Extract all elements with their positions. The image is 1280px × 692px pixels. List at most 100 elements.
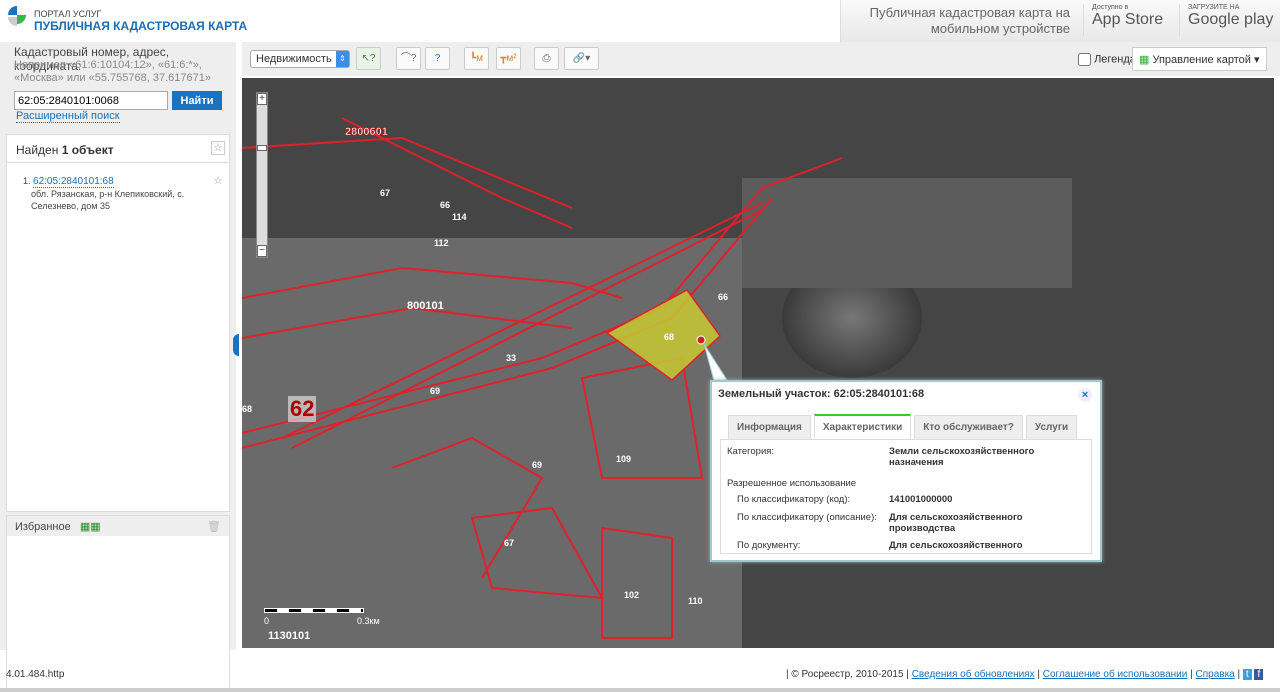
star-icon[interactable]: ☆ — [211, 175, 225, 189]
parcel-label: 102 — [624, 590, 640, 600]
parcel-label: 69 — [532, 460, 543, 470]
result-link[interactable]: 62:05:2840101:68 — [33, 176, 114, 188]
map-control-label: Управление картой — [1152, 54, 1251, 66]
area-identify-icon[interactable]: ⌒? — [396, 47, 421, 70]
district-label: 62 — [288, 396, 317, 422]
popup-title: Земельный участок: 62:05:2840101:68 — [718, 388, 925, 400]
map-canvas[interactable]: 2800601 800101 62 1130101 67 66 114 112 … — [242, 78, 1274, 648]
results-header: Найден 1 объект — [7, 135, 229, 163]
tab-characteristics[interactable]: Характеристики — [813, 414, 912, 440]
favorites-label: Избранное — [15, 521, 71, 533]
advanced-search-link[interactable]: Расширенный поиск — [16, 110, 120, 123]
map-toolbar: Недвижимость ⇕ ↖? ⌒? ? ┗м ┳м² ⎙ 🔗▾ Легенд… — [242, 42, 1280, 76]
find-button[interactable]: Найти — [172, 91, 222, 110]
item-number: 1. — [23, 176, 31, 186]
results-panel: Найден 1 объект ☆ 1. 62:05:2840101:68 об… — [6, 134, 230, 512]
zoom-out-button[interactable]: − — [257, 245, 267, 257]
found-count: 1 объект — [61, 143, 114, 157]
characteristics-panel: Категория: Земли сельскохозяйственного н… — [720, 439, 1092, 554]
sidebar: Кадастровый номер, адрес, координата: На… — [0, 42, 236, 692]
facebook-icon[interactable]: f — [1254, 669, 1264, 680]
header: ПОРТАЛ УСЛУГ ПУБЛИЧНАЯ КАДАСТРОВАЯ КАРТА… — [0, 0, 1280, 42]
parcel-label: 110 — [688, 596, 703, 606]
parcel-label: 68 — [242, 404, 253, 414]
zoom-handle[interactable] — [257, 145, 267, 151]
tab-information[interactable]: Информация — [728, 415, 811, 440]
print-icon[interactable]: ⎙ — [534, 47, 559, 70]
layer-select-value: Недвижимость — [256, 53, 332, 65]
appstore-label: App Store — [1092, 11, 1164, 28]
category-label: Категория: — [727, 446, 775, 457]
version-label: 4.01.484.http — [6, 669, 65, 680]
measure-length-icon[interactable]: ┗м — [464, 47, 489, 70]
app-title[interactable]: ПУБЛИЧНАЯ КАДАСТРОВАЯ КАРТА — [34, 19, 247, 33]
parcel-label: 67 — [504, 538, 515, 548]
collapse-sidebar-handle[interactable] — [233, 334, 239, 356]
copyright: | © Росреестр, 2010-2015 | — [786, 669, 909, 680]
gplay-label: Google play — [1188, 11, 1274, 28]
tab-services[interactable]: Услуги — [1025, 415, 1078, 440]
mobile-text: Публичная кадастровая карта на мобильном… — [869, 5, 1070, 36]
cadastral-overlay — [242, 78, 1274, 648]
parcel-label: 66 — [718, 292, 729, 302]
parcel-popup: Земельный участок: 62:05:2840101:68 × Ин… — [710, 380, 1102, 562]
legend-toggle[interactable]: Легенда — [1078, 53, 1136, 66]
mobile-promo: Публичная кадастровая карта на мобильном… — [840, 0, 1280, 42]
trash-icon[interactable]: 🗑 — [207, 520, 221, 533]
parcel-label: 109 — [616, 454, 632, 464]
map-control-button[interactable]: ▦ Управление картой ▾ — [1132, 47, 1267, 71]
layer-select[interactable]: Недвижимость ⇕ — [250, 50, 350, 68]
zoom-in-button[interactable]: + — [257, 93, 267, 105]
parcel-label: 69 — [430, 386, 441, 396]
zoom-slider[interactable]: + − — [256, 92, 268, 258]
list-item[interactable]: 1. 62:05:2840101:68 обл. Рязанская, р-н … — [23, 175, 213, 212]
block-label: 1130101 — [268, 630, 311, 642]
rect-identify-icon[interactable]: ? — [425, 47, 450, 70]
agreement-link[interactable]: Соглашение об использовании — [1043, 669, 1188, 680]
link-icon[interactable]: 🔗▾ — [564, 47, 599, 70]
close-icon[interactable]: × — [1078, 388, 1092, 402]
help-link[interactable]: Справка — [1196, 669, 1235, 680]
description-label: По классификатору (описание): — [737, 512, 877, 523]
legend-label: Легенда — [1094, 53, 1136, 66]
document-label: По документу: — [737, 540, 801, 551]
gplay-small: ЗАГРУЗИТЕ НА — [1188, 4, 1240, 11]
scale-zero: 0 — [264, 616, 270, 626]
popup-tabs: Информация Характеристики Кто обслуживает?… — [728, 414, 1080, 440]
category-value: Земли сельскохозяйственного назначения — [889, 446, 1035, 468]
parcel-label: 114 — [452, 212, 467, 222]
search-hint: Например «61:6:10104:12», «61:6:*», «Мос… — [14, 59, 211, 84]
measure-area-icon[interactable]: ┳м² — [496, 47, 521, 70]
parcel-label: 67 — [380, 188, 391, 198]
portal-logo — [8, 6, 26, 26]
updates-link[interactable]: Сведения об обновлениях — [912, 669, 1035, 680]
result-address: обл. Рязанская, р-н Клепиковский, с. Сел… — [31, 189, 185, 211]
excel-export-icon[interactable]: ▦▦ — [80, 521, 101, 533]
scale-label: 0.3км — [357, 616, 380, 626]
twitter-icon[interactable]: t — [1242, 669, 1252, 680]
parcel-marker[interactable] — [696, 335, 706, 345]
document-value: Для сельскохозяйственного — [889, 540, 1023, 551]
portal-label: ПОРТАЛ УСЛУГ — [34, 9, 102, 19]
bottom-bar — [0, 688, 1280, 692]
footer: 4.01.484.http | © Росреестр, 2010-2015 |… — [0, 660, 1280, 688]
star-icon[interactable]: ☆ — [211, 141, 225, 155]
block-label: 800101 — [407, 300, 444, 312]
googleplay-button[interactable]: ЗАГРУЗИТЕ НА Google play — [1179, 4, 1279, 36]
code-label: По классификатору (код): — [737, 494, 851, 505]
grid-icon: ▦ — [1139, 54, 1150, 66]
appstore-button[interactable]: Доступно в App Store — [1083, 4, 1179, 36]
parcel-label: 112 — [434, 238, 449, 248]
scale-bar — [264, 608, 364, 613]
block-label: 2800601 — [345, 126, 388, 139]
parcel-label: 68 — [664, 332, 675, 342]
search-input[interactable] — [14, 91, 168, 110]
permitted-use-label: Разрешенное использование — [727, 478, 857, 489]
select-arrow-icon: ⇕ — [336, 51, 349, 67]
code-value: 141001000000 — [889, 494, 953, 505]
legend-checkbox[interactable] — [1078, 53, 1091, 66]
description-value: Для сельскохозяйственного производства — [889, 512, 1023, 534]
tab-who-serves[interactable]: Кто обслуживает? — [914, 415, 1023, 440]
identify-tool-icon[interactable]: ↖? — [356, 47, 381, 70]
found-prefix: Найден — [16, 143, 62, 157]
